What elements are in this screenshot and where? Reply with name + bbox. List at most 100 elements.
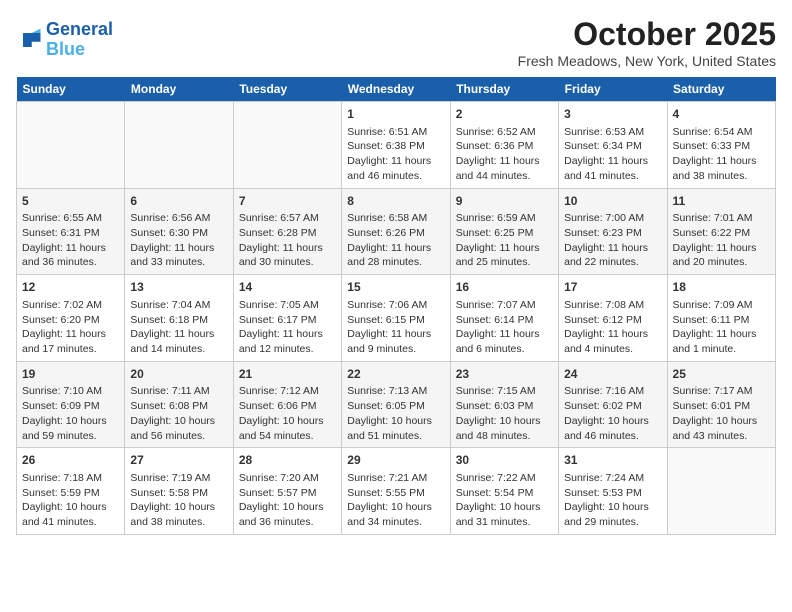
day-info: Sunset: 6:26 PM (347, 226, 444, 241)
day-info: Sunrise: 7:19 AM (130, 471, 227, 486)
day-info: Sunset: 6:23 PM (564, 226, 661, 241)
day-info: Sunrise: 7:08 AM (564, 298, 661, 313)
calendar-cell: 18 Sunrise: 7:09 AMSunset: 6:11 PMDayligh… (667, 275, 775, 362)
weekday-header-friday: Friday (559, 77, 667, 102)
calendar-cell: 29Sunrise: 7:21 AMSunset: 5:55 PMDayligh… (342, 448, 450, 535)
day-info: Daylight: 10 hours and 43 minutes. (673, 414, 770, 443)
day-number: 12 (22, 279, 119, 296)
calendar-cell: 25Sunrise: 7:17 AMSunset: 6:01 PMDayligh… (667, 361, 775, 448)
day-number: 14 (239, 279, 336, 296)
calendar-cell: 21Sunrise: 7:12 AMSunset: 6:06 PMDayligh… (233, 361, 341, 448)
day-info: Sunrise: 6:52 AM (456, 125, 553, 140)
day-info: Daylight: 11 hours and 44 minutes. (456, 154, 553, 183)
day-info: Sunrise: 7:21 AM (347, 471, 444, 486)
calendar-cell (667, 448, 775, 535)
day-number: 21 (239, 366, 336, 383)
day-info: Daylight: 11 hours and 1 minute. (673, 327, 770, 356)
day-number: 22 (347, 366, 444, 383)
day-number: 11 (673, 193, 770, 210)
day-info: Sunset: 6:01 PM (673, 399, 770, 414)
day-info: Daylight: 11 hours and 33 minutes. (130, 241, 227, 270)
calendar-week-4: 19Sunrise: 7:10 AMSunset: 6:09 PMDayligh… (17, 361, 776, 448)
calendar-cell: 8Sunrise: 6:58 AMSunset: 6:26 PMDaylight… (342, 188, 450, 275)
day-info: Sunrise: 7:05 AM (239, 298, 336, 313)
day-info: Sunrise: 7:22 AM (456, 471, 553, 486)
day-info: Daylight: 11 hours and 25 minutes. (456, 241, 553, 270)
day-info: Sunrise: 7:15 AM (456, 384, 553, 399)
day-info: Sunrise: 7:18 AM (22, 471, 119, 486)
day-info: Sunset: 6:02 PM (564, 399, 661, 414)
day-number: 2 (456, 106, 553, 123)
day-info: Daylight: 10 hours and 59 minutes. (22, 414, 119, 443)
day-info: Sunset: 6:31 PM (22, 226, 119, 241)
calendar-cell: 12Sunrise: 7:02 AMSunset: 6:20 PMDayligh… (17, 275, 125, 362)
day-info: Sunrise: 7:06 AM (347, 298, 444, 313)
day-info: Sunset: 6:06 PM (239, 399, 336, 414)
calendar-cell: 13Sunrise: 7:04 AMSunset: 6:18 PMDayligh… (125, 275, 233, 362)
calendar-cell (125, 102, 233, 189)
day-info: Daylight: 10 hours and 54 minutes. (239, 414, 336, 443)
day-info: Daylight: 11 hours and 30 minutes. (239, 241, 336, 270)
calendar-cell: 31Sunrise: 7:24 AMSunset: 5:53 PMDayligh… (559, 448, 667, 535)
calendar-week-1: 1Sunrise: 6:51 AMSunset: 6:38 PMDaylight… (17, 102, 776, 189)
day-info: Daylight: 10 hours and 48 minutes. (456, 414, 553, 443)
calendar-cell: 17 Sunrise: 7:08 AMSunset: 6:12 PMDayligh… (559, 275, 667, 362)
calendar-cell: 20Sunrise: 7:11 AMSunset: 6:08 PMDayligh… (125, 361, 233, 448)
calendar-header: SundayMondayTuesdayWednesdayThursdayFrid… (17, 77, 776, 102)
day-info: Daylight: 11 hours and 22 minutes. (564, 241, 661, 270)
calendar-cell: 5Sunrise: 6:55 AMSunset: 6:31 PMDaylight… (17, 188, 125, 275)
day-info: Daylight: 10 hours and 46 minutes. (564, 414, 661, 443)
calendar-cell: 16Sunrise: 7:07 AMSunset: 6:14 PMDayligh… (450, 275, 558, 362)
day-info: Sunset: 5:55 PM (347, 486, 444, 501)
title-block: October 2025 Fresh Meadows, New York, Un… (518, 16, 776, 69)
day-number: 18 (673, 279, 770, 296)
day-info: Sunset: 6:11 PM (673, 313, 770, 328)
day-number: 6 (130, 193, 227, 210)
day-number: 4 (673, 106, 770, 123)
day-info: Sunrise: 7:01 AM (673, 211, 770, 226)
calendar-week-3: 12Sunrise: 7:02 AMSunset: 6:20 PMDayligh… (17, 275, 776, 362)
calendar-cell: 3Sunrise: 6:53 AMSunset: 6:34 PMDaylight… (559, 102, 667, 189)
day-number: 15 (347, 279, 444, 296)
day-info: Daylight: 10 hours and 29 minutes. (564, 500, 661, 529)
day-info: Sunrise: 6:54 AM (673, 125, 770, 140)
weekday-header-monday: Monday (125, 77, 233, 102)
calendar-cell: 9Sunrise: 6:59 AMSunset: 6:25 PMDaylight… (450, 188, 558, 275)
day-info: Sunset: 6:25 PM (456, 226, 553, 241)
day-info: Daylight: 11 hours and 4 minutes. (564, 327, 661, 356)
day-info: Sunrise: 7:20 AM (239, 471, 336, 486)
day-number: 8 (347, 193, 444, 210)
weekday-header-thursday: Thursday (450, 77, 558, 102)
day-info: Sunset: 6:14 PM (456, 313, 553, 328)
weekday-header-wednesday: Wednesday (342, 77, 450, 102)
weekday-header-tuesday: Tuesday (233, 77, 341, 102)
day-info: Sunrise: 7:09 AM (673, 298, 770, 313)
logo-icon (16, 26, 44, 54)
day-number: 16 (456, 279, 553, 296)
day-number: 17 (564, 279, 661, 296)
day-number: 29 (347, 452, 444, 469)
day-info: Daylight: 11 hours and 12 minutes. (239, 327, 336, 356)
day-info: Sunrise: 6:51 AM (347, 125, 444, 140)
day-number: 3 (564, 106, 661, 123)
day-number: 10 (564, 193, 661, 210)
day-number: 27 (130, 452, 227, 469)
day-info: Sunrise: 7:00 AM (564, 211, 661, 226)
day-info: Sunrise: 6:58 AM (347, 211, 444, 226)
calendar-cell: 26Sunrise: 7:18 AMSunset: 5:59 PMDayligh… (17, 448, 125, 535)
calendar-cell: 28Sunrise: 7:20 AMSunset: 5:57 PMDayligh… (233, 448, 341, 535)
day-info: Sunset: 6:12 PM (564, 313, 661, 328)
day-info: Sunrise: 6:53 AM (564, 125, 661, 140)
day-info: Sunset: 6:20 PM (22, 313, 119, 328)
location: Fresh Meadows, New York, United States (518, 53, 776, 69)
weekday-header-saturday: Saturday (667, 77, 775, 102)
day-number: 9 (456, 193, 553, 210)
day-info: Sunrise: 7:16 AM (564, 384, 661, 399)
day-info: Sunset: 6:22 PM (673, 226, 770, 241)
calendar-cell: 19Sunrise: 7:10 AMSunset: 6:09 PMDayligh… (17, 361, 125, 448)
day-info: Sunset: 5:59 PM (22, 486, 119, 501)
day-info: Daylight: 11 hours and 46 minutes. (347, 154, 444, 183)
day-number: 7 (239, 193, 336, 210)
day-info: Sunrise: 7:07 AM (456, 298, 553, 313)
day-number: 13 (130, 279, 227, 296)
